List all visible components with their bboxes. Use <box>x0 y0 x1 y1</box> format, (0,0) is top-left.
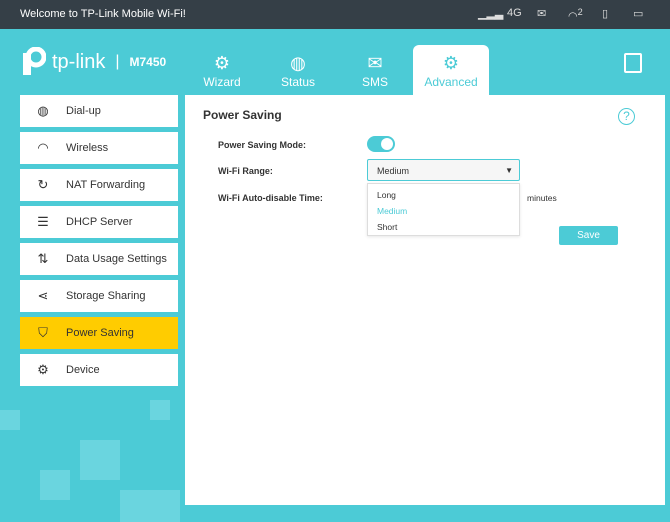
tab-wizard[interactable]: ⚙ Wizard <box>184 45 260 95</box>
help-icon[interactable]: ? <box>618 108 635 125</box>
header: tp-link | M7450 ⚙ Wizard ◍ Status ✉ SMS ⚙ Ad… <box>0 29 670 95</box>
wifi-range-value: Medium <box>377 166 410 176</box>
auto-disable-label: Wi-Fi Auto-disable Time: <box>218 193 323 203</box>
sidebar-item-label: Power Saving <box>66 327 134 339</box>
shield-icon: ⛉ <box>38 325 48 340</box>
minutes-unit: minutes <box>527 193 557 203</box>
option-long[interactable]: Long <box>368 187 519 203</box>
sidebar-item-data-usage[interactable]: ⇅ Data Usage Settings <box>20 243 178 275</box>
welcome-text: Welcome to TP-Link Mobile Wi-Fi! <box>20 8 186 20</box>
gears-icon: ⚙ <box>442 53 460 73</box>
tab-label: SMS <box>361 75 388 89</box>
tab-status[interactable]: ◍ Status <box>260 45 336 95</box>
wifi-icon: ◠ <box>37 140 49 155</box>
sidebar-item-nat-forwarding[interactable]: ↻ NAT Forwarding <box>20 169 178 201</box>
tp-link-logo-icon <box>20 46 47 77</box>
top-status-bar: Welcome to TP-Link Mobile Wi-Fi! ▁▂▃ 4G … <box>0 0 670 29</box>
power-saving-mode-label: Power Saving Mode: <box>218 140 307 150</box>
wifi-clients-count: 2 <box>577 7 583 17</box>
tp-link-logo: tp-link | M7450 <box>20 46 167 77</box>
server-icon: ☰ <box>37 214 49 229</box>
gear-icon: ⚙ <box>37 362 49 377</box>
sidebar-item-wireless[interactable]: ◠ Wireless <box>20 132 178 164</box>
envelope-icon: ✉ <box>367 53 383 73</box>
tab-label: Status <box>280 75 316 89</box>
sidebar-item-label: Wireless <box>66 142 109 154</box>
caret-down-icon: ▼ <box>505 166 513 175</box>
wifi-range-label: Wi-Fi Range: <box>218 166 273 176</box>
globe-icon: ◍ <box>37 103 49 118</box>
sidebar: ◍ Dial-up ◠ Wireless ↻ NAT Forwarding ☰ DHCP… <box>20 95 178 391</box>
sidebar-item-label: Device <box>66 364 100 376</box>
option-medium[interactable]: Medium <box>368 203 519 219</box>
sidebar-item-label: NAT Forwarding <box>66 179 146 191</box>
sidebar-item-label: DHCP Server <box>66 216 133 228</box>
up-down-arrows-icon: ⇅ <box>37 251 49 266</box>
page-title: Power Saving <box>203 108 282 122</box>
save-button[interactable]: Save <box>559 226 618 245</box>
wifi-icon: ◠2 <box>568 7 583 23</box>
tab-label: Advanced <box>424 75 478 89</box>
sidebar-item-dhcp-server[interactable]: ☰ DHCP Server <box>20 206 178 238</box>
tab-sms[interactable]: ✉ SMS <box>337 45 413 95</box>
model-name: M7450 <box>129 55 167 69</box>
sim-icon: ▯ <box>602 8 609 20</box>
power-saving-toggle[interactable] <box>367 136 395 152</box>
wifi-range-select[interactable]: Medium ▼ <box>367 159 520 181</box>
sidebar-item-power-saving[interactable]: ⛉ Power Saving <box>20 317 178 349</box>
globe-icon: ◍ <box>290 53 306 73</box>
share-icon: ⋖ <box>37 288 49 303</box>
signal-icon: ▁▂▃ <box>478 8 504 20</box>
sidebar-item-label: Storage Sharing <box>66 290 146 302</box>
option-short[interactable]: Short <box>368 219 519 235</box>
sidebar-item-device[interactable]: ⚙ Device <box>20 354 178 386</box>
wifi-range-dropdown: Long Medium Short <box>367 183 520 236</box>
sidebar-item-label: Data Usage Settings <box>66 253 167 265</box>
tab-label: Wizard <box>203 75 241 89</box>
nat-icon: ↻ <box>37 177 49 192</box>
content-panel: Power Saving ? Power Saving Mode: Wi-Fi … <box>185 95 665 505</box>
sidebar-item-dial-up[interactable]: ◍ Dial-up <box>20 95 178 127</box>
network-type: 4G <box>507 7 522 19</box>
gear-icon: ⚙ <box>213 53 231 73</box>
sidebar-item-storage-sharing[interactable]: ⋖ Storage Sharing <box>20 280 178 312</box>
battery-icon: ▭ <box>633 8 644 20</box>
logout-icon[interactable] <box>624 53 642 73</box>
sms-icon: ✉ <box>537 8 547 20</box>
brand-name: tp-link <box>52 50 106 73</box>
sidebar-item-label: Dial-up <box>66 105 101 117</box>
tab-advanced[interactable]: ⚙ Advanced <box>413 45 489 95</box>
